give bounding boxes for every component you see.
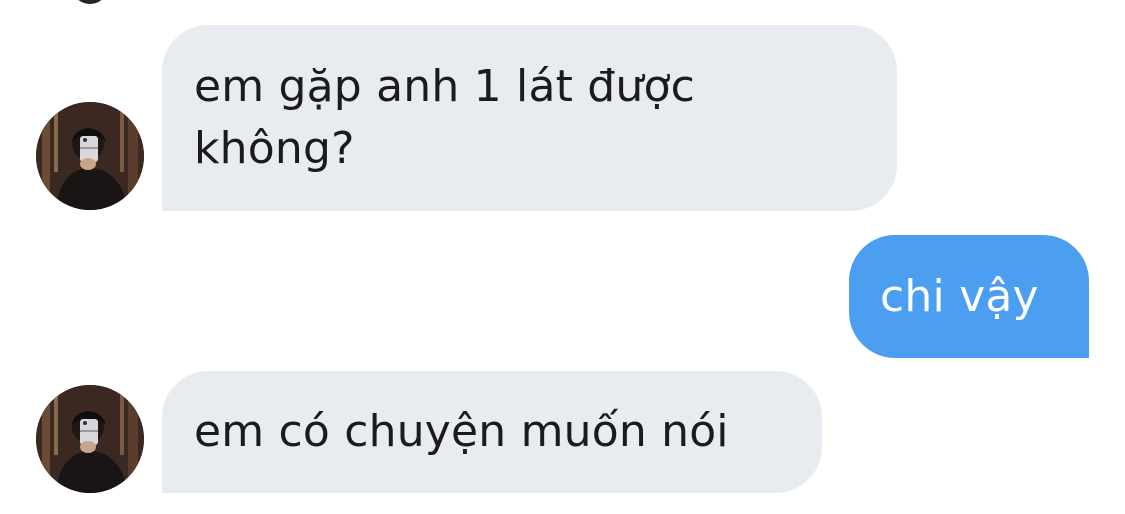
message-bubble-incoming[interactable]: em gặp anh 1 lát được không?: [162, 25, 897, 211]
message-bubble-outgoing[interactable]: chi vậy: [849, 235, 1089, 358]
message-text: em có chuyện muốn nói: [194, 406, 729, 457]
chat-thread: em gặp anh 1 lát được không? chi vậy em …: [0, 0, 1125, 514]
message-text-line: không?: [194, 123, 355, 174]
message-text: chi vậy: [880, 271, 1039, 322]
avatar-photo-icon: [36, 385, 144, 493]
message-text-line: em gặp anh 1 lát được: [194, 61, 695, 112]
message-bubble-incoming[interactable]: em có chuyện muốn nói: [162, 371, 822, 493]
contact-avatar[interactable]: [36, 102, 144, 210]
avatar-photo-icon: [36, 102, 144, 210]
previous-avatar-edge: [70, 0, 110, 4]
contact-avatar[interactable]: [36, 385, 144, 493]
